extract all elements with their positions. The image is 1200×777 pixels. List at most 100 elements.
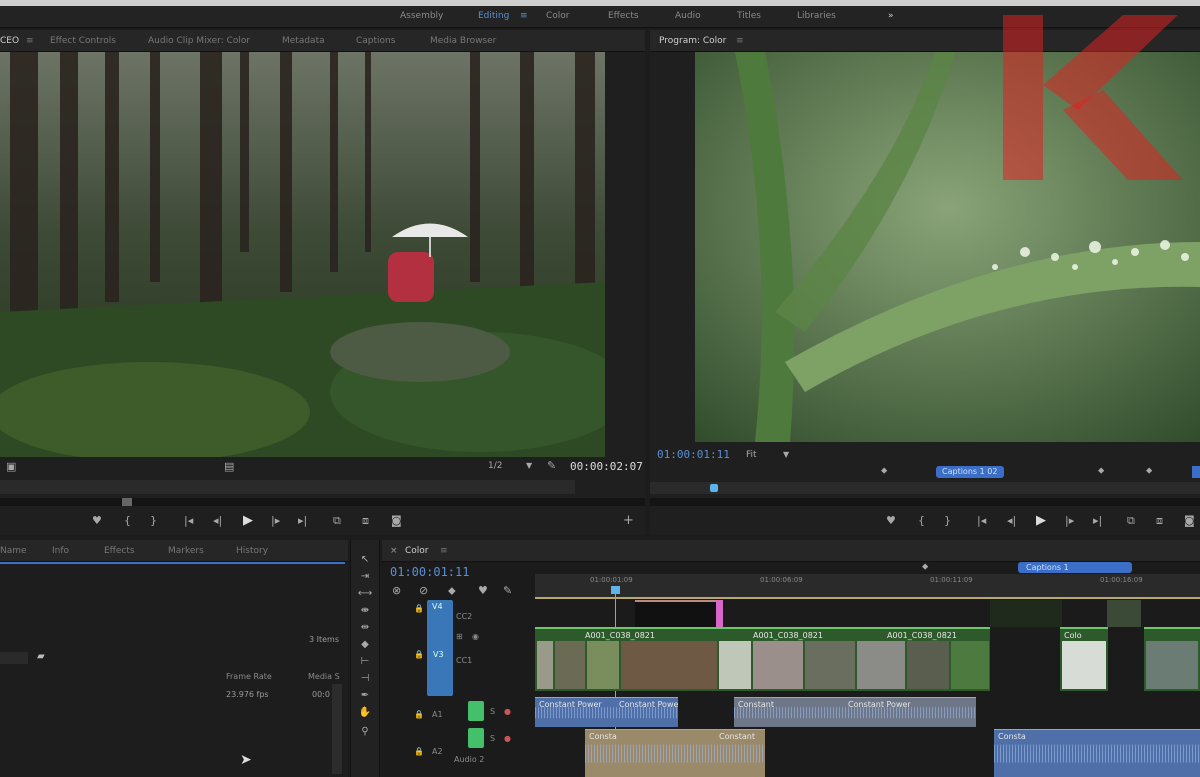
eye-icon[interactable]: ◉	[472, 632, 479, 641]
work-area-bar[interactable]	[535, 597, 1200, 599]
audio-clip[interactable]: Constant Power Constant Power	[535, 697, 678, 727]
source-timecode[interactable]: 00:00:02:07	[570, 460, 643, 473]
playhead-icon[interactable]	[710, 484, 718, 492]
program-time-ruler[interactable]	[650, 482, 1200, 494]
track-a1-label[interactable]: A1	[432, 710, 443, 719]
lock-icon[interactable]: 🔒	[414, 710, 424, 719]
frame-rate-header[interactable]: Frame Rate	[226, 672, 272, 681]
go-to-out-button[interactable]: ▸|	[1093, 514, 1102, 527]
lock-icon[interactable]: 🔒	[414, 650, 424, 659]
track-v4-label[interactable]: V4	[432, 602, 443, 611]
chevron-down-icon[interactable]: ▼	[526, 461, 532, 470]
video-clip[interactable]	[635, 600, 720, 627]
wrench-icon[interactable]: ✎	[547, 459, 556, 472]
video-clip[interactable]: A001_C038_0821 A001_C038_0821 A001_C038_…	[535, 627, 990, 691]
mark-in-button[interactable]: {	[918, 514, 925, 527]
microphone-icon[interactable]: ●	[504, 707, 511, 716]
tab-info[interactable]: Info	[52, 546, 69, 556]
marker-icon[interactable]: ⬥	[922, 562, 928, 572]
zoom-select[interactable]: Fit	[746, 450, 757, 460]
audio-clip[interactable]: Consta Constant	[585, 729, 765, 777]
v3-source-patch[interactable]	[427, 600, 453, 696]
project-scrollbar[interactable]	[332, 684, 342, 774]
program-zoom-scrollbar[interactable]	[650, 498, 1200, 506]
tab-media-browser[interactable]: Media Browser	[430, 36, 496, 46]
audio-clip[interactable]: Consta	[994, 729, 1200, 777]
workspace-libraries[interactable]: Libraries	[797, 11, 836, 21]
mark-out-button[interactable]: }	[944, 514, 951, 527]
sync-lock-icon[interactable]: ⊞	[456, 632, 463, 641]
search-input[interactable]	[0, 652, 28, 664]
lift-button[interactable]: ⧉	[1127, 514, 1135, 528]
close-icon[interactable]: ×	[390, 546, 398, 556]
rate-stretch-tool-icon[interactable]: ⇹	[357, 622, 373, 636]
safe-margins-icon[interactable]: ▣	[6, 460, 16, 473]
tab-effect-controls[interactable]: Effect Controls	[50, 36, 116, 46]
audio-clip[interactable]: Constant Constant Power	[734, 697, 976, 727]
slide-tool-icon[interactable]: ⊣	[357, 673, 373, 687]
marker-icon[interactable]: ⬥	[1146, 466, 1152, 476]
lock-icon[interactable]: 🔒	[414, 747, 424, 756]
workspace-effects[interactable]: Effects	[608, 11, 639, 21]
workspace-menu-icon[interactable]: ≡	[520, 11, 528, 21]
caption-bar[interactable]: Captions 1	[1018, 562, 1132, 573]
tab-name[interactable]: Name	[0, 546, 27, 556]
tab-sequence-color[interactable]: Color	[405, 546, 429, 556]
workspace-more-button[interactable]: »	[888, 11, 894, 21]
snap-icon[interactable]: ⊗	[392, 584, 401, 597]
workspace-titles[interactable]: Titles	[737, 11, 761, 21]
video-clip[interactable]: Colo	[1060, 627, 1108, 691]
tab-metadata[interactable]: Metadata	[282, 36, 325, 46]
tab-markers[interactable]: Markers	[168, 546, 204, 556]
video-clip[interactable]	[990, 600, 1062, 627]
add-marker-icon[interactable]: ♥	[92, 514, 102, 527]
go-to-out-button[interactable]: ▸|	[298, 514, 307, 527]
tab-program[interactable]: Program: Color	[659, 36, 726, 46]
tab-source[interactable]: CEO	[0, 36, 19, 46]
microphone-icon[interactable]: ●	[504, 734, 511, 743]
step-back-button[interactable]: ◂|	[1007, 514, 1016, 527]
settings-icon[interactable]: ▤	[224, 460, 234, 473]
step-forward-button[interactable]: |▸	[271, 514, 280, 527]
mark-in-button[interactable]: {	[124, 514, 131, 527]
workspace-audio[interactable]: Audio	[675, 11, 701, 21]
solo-button[interactable]: S	[490, 734, 495, 743]
media-start-header[interactable]: Media S	[308, 672, 340, 681]
track-select-tool-icon[interactable]: ⇥	[357, 571, 373, 585]
panel-menu-icon[interactable]: ≡	[26, 36, 34, 46]
linked-selection-icon[interactable]: ⊘	[419, 584, 428, 597]
zoom-tool-icon[interactable]: ⚲	[357, 726, 373, 740]
marker-icon[interactable]: ⬥	[1098, 466, 1104, 476]
mark-out-button[interactable]: }	[150, 514, 157, 527]
a2-source-patch[interactable]	[468, 728, 484, 748]
video-clip[interactable]	[1144, 627, 1200, 691]
workspace-color[interactable]: Color	[546, 11, 570, 21]
tab-audio-clip-mixer[interactable]: Audio Clip Mixer: Color	[148, 36, 250, 46]
chevron-down-icon[interactable]: ▼	[783, 450, 789, 459]
export-frame-button[interactable]: ◙	[1184, 514, 1195, 527]
button-editor-plus-icon[interactable]: +	[623, 513, 634, 528]
resolution-select[interactable]: 1/2	[488, 461, 502, 471]
tab-effects[interactable]: Effects	[104, 546, 135, 556]
a1-source-patch[interactable]	[468, 701, 484, 721]
new-bin-icon[interactable]: ▰	[37, 651, 45, 662]
extract-button[interactable]: ⧈	[1156, 514, 1163, 528]
step-forward-button[interactable]: |▸	[1065, 514, 1074, 527]
pen-tool-icon[interactable]: ✒	[357, 690, 373, 704]
workspace-editing[interactable]: Editing	[478, 11, 509, 21]
tab-history[interactable]: History	[236, 546, 268, 556]
tab-captions[interactable]: Captions	[356, 36, 395, 46]
track-v3-label[interactable]: V3	[433, 650, 444, 659]
track-a2-label[interactable]: A2	[432, 747, 443, 756]
hand-tool-icon[interactable]: ✋	[357, 707, 373, 721]
selection-tool-icon[interactable]: ↖	[357, 554, 373, 568]
go-to-in-button[interactable]: |◂	[977, 514, 986, 527]
marker-icon[interactable]: ⬥	[881, 466, 887, 476]
play-button[interactable]: ▶	[1036, 513, 1046, 528]
step-back-button[interactable]: ◂|	[213, 514, 222, 527]
solo-button[interactable]: S	[490, 707, 495, 716]
marker-pink[interactable]	[716, 600, 723, 627]
lock-icon[interactable]: 🔒	[414, 604, 424, 613]
razor-tool-icon[interactable]: ◆	[357, 639, 373, 653]
play-button[interactable]: ▶	[243, 513, 253, 528]
